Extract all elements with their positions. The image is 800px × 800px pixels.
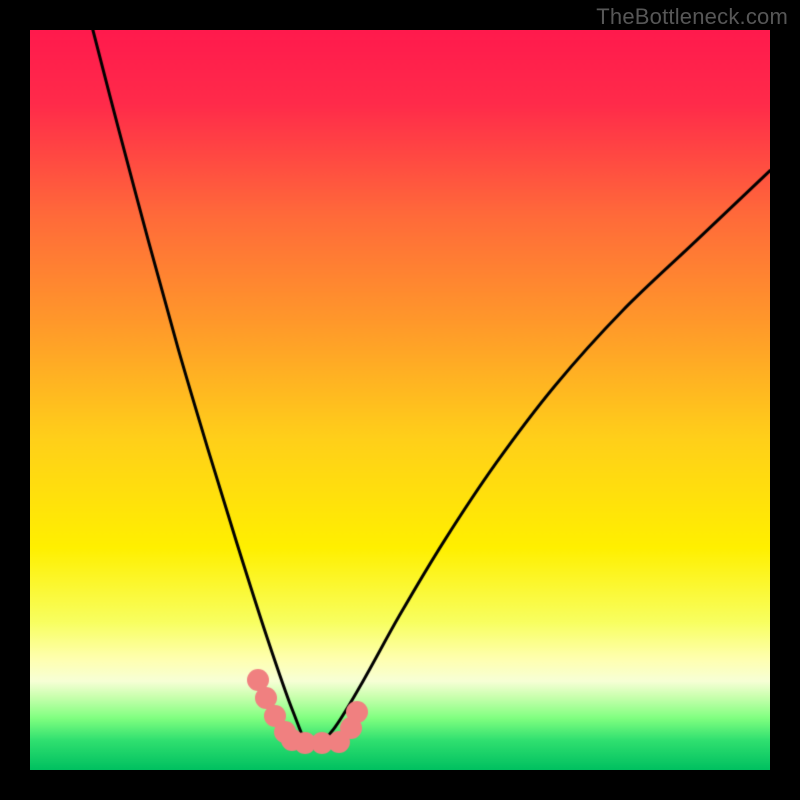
watermark-text: TheBottleneck.com (596, 4, 788, 30)
outer-frame: TheBottleneck.com (0, 0, 800, 800)
plot-area (30, 30, 770, 770)
bottleneck-curve (30, 30, 770, 770)
